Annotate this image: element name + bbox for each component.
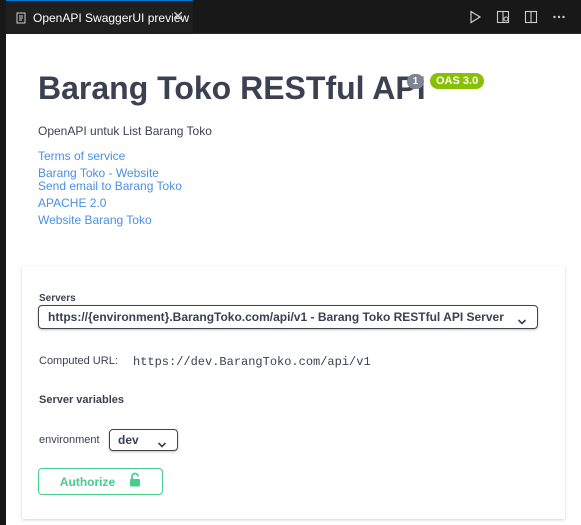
editor-tab-bar: OpenAPI SwaggerUI preview ✕ [0, 0, 581, 34]
license-link[interactable]: APACHE 2.0 [38, 196, 106, 210]
server-select-value: https://{environment}.BarangToko.com/api… [48, 310, 504, 324]
authorize-label: Authorize [59, 474, 116, 489]
api-description: OpenAPI untuk List Barang Toko [38, 124, 212, 138]
servers-section: Servers https://{environment}.BarangToko… [22, 266, 565, 519]
more-actions-icon[interactable] [551, 9, 567, 25]
server-select[interactable]: https://{environment}.BarangToko.com/api… [38, 305, 538, 329]
external-docs-link[interactable]: Website Barang Toko [38, 213, 152, 227]
chevron-down-icon [517, 313, 527, 331]
open-preview-icon[interactable] [495, 9, 511, 25]
chevron-down-icon [157, 436, 167, 454]
run-icon[interactable] [467, 9, 483, 25]
tab-title: OpenAPI SwaggerUI preview [33, 10, 190, 25]
close-icon[interactable]: ✕ [172, 9, 184, 23]
environment-select[interactable]: dev [109, 429, 178, 451]
computed-url-value: https://dev.BarangToko.com/api/v1 [133, 355, 371, 369]
split-editor-icon[interactable] [523, 9, 539, 25]
servers-label: Servers [39, 293, 76, 304]
editor-toolbar [467, 9, 567, 25]
preview-document-icon [15, 12, 27, 24]
email-link[interactable]: Send email to Barang Toko [38, 179, 182, 193]
tab-openapi-preview[interactable]: OpenAPI SwaggerUI preview ✕ [6, 0, 193, 34]
terms-of-service-link[interactable]: Terms of service [38, 149, 125, 163]
authorize-button[interactable]: Authorize [38, 468, 163, 495]
swagger-preview-panel: Barang Toko RESTful API 1 OAS 3.0 OpenAP… [6, 34, 581, 525]
oas-badge: OAS 3.0 [430, 73, 485, 89]
computed-url-label: Computed URL: [39, 355, 118, 367]
version-badge: 1 [407, 74, 424, 89]
website-link[interactable]: Barang Toko - Website [38, 166, 159, 180]
environment-select-value: dev [118, 433, 139, 447]
server-variables-heading: Server variables [39, 394, 125, 406]
environment-variable-label: environment [39, 434, 100, 446]
unlocked-padlock-icon [129, 472, 141, 492]
api-title: Barang Toko RESTful API [38, 70, 426, 106]
